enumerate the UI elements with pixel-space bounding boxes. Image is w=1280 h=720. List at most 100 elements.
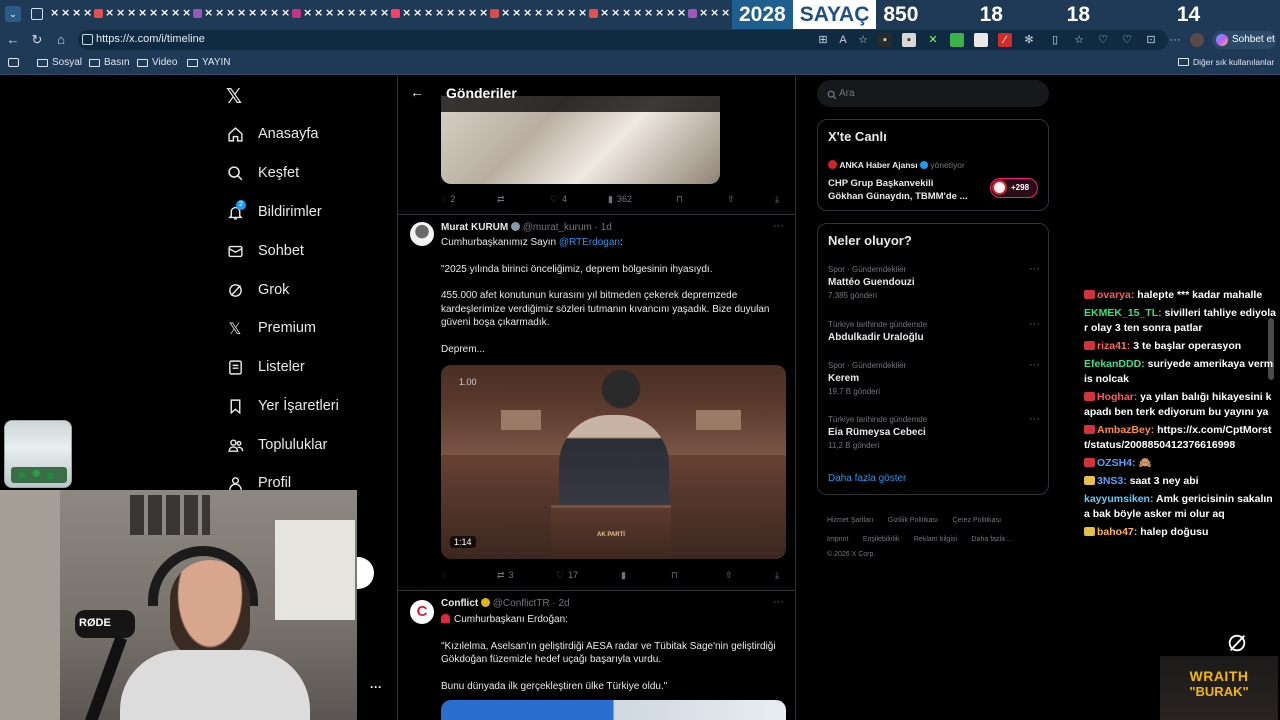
scroll-fab[interactable] (357, 557, 374, 589)
tab-close-icon[interactable]: × (501, 7, 510, 19)
footer-link[interactable]: Imprint (827, 536, 848, 543)
site-info-icon[interactable] (82, 34, 93, 45)
menu-dots-icon[interactable]: ··· (1168, 33, 1182, 47)
footer-link[interactable]: Erişilebilirlik (863, 536, 900, 543)
trend-item[interactable]: Spor · Gündemdekiler Mattéo Guendouzi 7.… (828, 263, 1040, 300)
workspaces-icon[interactable] (31, 8, 43, 20)
post-paragraph[interactable]: Deprem... (441, 343, 786, 357)
tab-close-icon[interactable]: × (380, 7, 389, 19)
footer-link[interactable]: Çerez Politikası (952, 517, 1001, 524)
favorite-icon[interactable]: ☆ (856, 33, 870, 47)
nav-item-messages[interactable]: Sohbet (226, 238, 304, 264)
extension-icon[interactable] (974, 33, 988, 47)
tab-close-icon[interactable]: × (226, 7, 235, 19)
tab-close-icon[interactable]: × (633, 7, 642, 19)
tab-close-icon[interactable]: × (545, 7, 554, 19)
tab-close-icon[interactable]: × (347, 7, 356, 19)
nav-item-lists[interactable]: Listeler (226, 354, 305, 380)
back-arrow-icon[interactable]: ← (410, 84, 424, 100)
tab-close-icon[interactable]: × (127, 7, 136, 19)
tab-close-icon[interactable]: × (314, 7, 323, 19)
extension-icon[interactable]: ▪ (878, 33, 892, 47)
author-handle[interactable]: @ConflictTR (493, 598, 550, 609)
avatar[interactable] (410, 222, 434, 246)
trend-item[interactable]: Türkiye tarihinde gündemde Eia Rümeysa C… (828, 413, 1040, 450)
trend-item[interactable]: Türkiye tarihinde gündemde Abdulkadir Ur… (828, 318, 1040, 343)
tab-close-icon[interactable]: × (468, 7, 477, 19)
collections-icon[interactable]: ♡ (1096, 33, 1110, 47)
tab-close-icon[interactable]: × (435, 7, 444, 19)
footer-link[interactable]: Gizlilik Politikası (888, 517, 938, 524)
favorites-icon[interactable]: ☆ (1072, 33, 1086, 47)
tab-close-icon[interactable]: × (182, 7, 191, 19)
tab-favicon-icon[interactable] (391, 9, 400, 18)
tab-close-icon[interactable]: × (567, 7, 576, 19)
tab-close-icon[interactable]: × (171, 7, 180, 19)
tab-close-icon[interactable]: × (105, 7, 114, 19)
tab-favicon-icon[interactable] (94, 9, 103, 18)
bookmark-folder-sosyal[interactable]: Sosyal (37, 57, 82, 68)
download-button[interactable]: ⤓ (775, 194, 779, 205)
bookmark-button[interactable]: ⊓ (671, 570, 678, 581)
other-bookmarks[interactable]: Diğer sık kullanılanlar (1178, 57, 1274, 67)
home-icon[interactable]: ⌂ (53, 32, 69, 48)
tab-close-icon[interactable]: × (204, 7, 213, 19)
live-stream-title[interactable]: CHP Grup Başkanvekili Gökhan Günaydın, T… (828, 177, 968, 203)
tab-close-icon[interactable]: × (622, 7, 631, 19)
back-icon[interactable]: ← (5, 32, 21, 48)
tab-close-icon[interactable]: × (666, 7, 675, 19)
tab-favicon-icon[interactable] (490, 9, 499, 18)
post-video[interactable]: AK PARTİ 1.00 1:14 (441, 365, 786, 559)
live-host[interactable]: ANKA Haber Ajansı yönetiyor (828, 160, 965, 170)
download-button[interactable]: ⤓ (775, 570, 779, 581)
x-logo[interactable]: 𝕏 (226, 84, 242, 108)
tab-close-icon[interactable]: × (457, 7, 466, 19)
split-screen-icon[interactable]: ▯ (1048, 33, 1062, 47)
tab-close-icon[interactable]: × (336, 7, 345, 19)
tab-close-icon[interactable]: × (116, 7, 125, 19)
like-button[interactable]: ♡ 17 (556, 570, 578, 581)
tab-close-icon[interactable]: × (611, 7, 620, 19)
tab-close-icon[interactable]: × (402, 7, 411, 19)
screenshot-icon[interactable]: ⊡ (1144, 33, 1158, 47)
footer-link[interactable]: Daha fazla ... (972, 536, 1013, 543)
tab-close-icon[interactable]: × (710, 7, 719, 19)
post-media-image[interactable] (441, 700, 786, 720)
tab-favicon-icon[interactable] (589, 9, 598, 18)
author-name[interactable]: Conflict (441, 598, 478, 609)
app-available-icon[interactable]: ⊞ (816, 33, 830, 47)
post-time[interactable]: · 2d (552, 598, 569, 609)
extension-icon[interactable] (950, 33, 964, 47)
tab-favicon-icon[interactable] (193, 9, 202, 18)
retweet-button[interactable]: ⇄ 3 (497, 570, 514, 581)
bookmark-folder-video[interactable]: Video (137, 57, 177, 68)
tab-close-icon[interactable]: × (138, 7, 147, 19)
reply-button[interactable]: ◌ 2 (441, 194, 455, 204)
tab-close-icon[interactable]: × (72, 7, 81, 19)
tab-close-icon[interactable]: × (61, 7, 70, 19)
more-options-icon[interactable]: ··· (1029, 263, 1040, 275)
search-input[interactable]: Ara (817, 80, 1049, 107)
nav-item-explore[interactable]: Keşfet (226, 160, 299, 186)
footer-link[interactable]: Hizmet Şartları (827, 517, 873, 524)
post-time[interactable]: · 1d (595, 222, 612, 233)
reading-list-icon[interactable] (8, 58, 19, 67)
profile-avatar[interactable] (1190, 33, 1204, 47)
show-more-link[interactable]: Daha fazla göster (828, 473, 906, 484)
footer-link[interactable]: Reklam bilgisi (914, 536, 957, 543)
tab-close-icon[interactable]: × (270, 7, 279, 19)
tab-close-icon[interactable]: × (413, 7, 422, 19)
read-aloud-icon[interactable]: A (836, 33, 850, 47)
tab-close-icon[interactable]: × (358, 7, 367, 19)
reply-button[interactable]: ◌ (441, 570, 446, 580)
tab-close-icon[interactable]: × (325, 7, 334, 19)
nav-item-grok[interactable]: Grok (226, 277, 289, 303)
tab-close-icon[interactable]: × (83, 7, 92, 19)
views-button[interactable]: ▮ 362 (608, 194, 632, 205)
share-button[interactable]: ⇧ (727, 194, 735, 205)
tab-close-icon[interactable]: × (149, 7, 158, 19)
tab-list-button[interactable]: ⌄ (5, 6, 21, 22)
tab-close-icon[interactable]: × (677, 7, 686, 19)
bookmark-folder-yayin[interactable]: YAYIN (187, 57, 231, 68)
avatar[interactable]: C (410, 600, 434, 624)
